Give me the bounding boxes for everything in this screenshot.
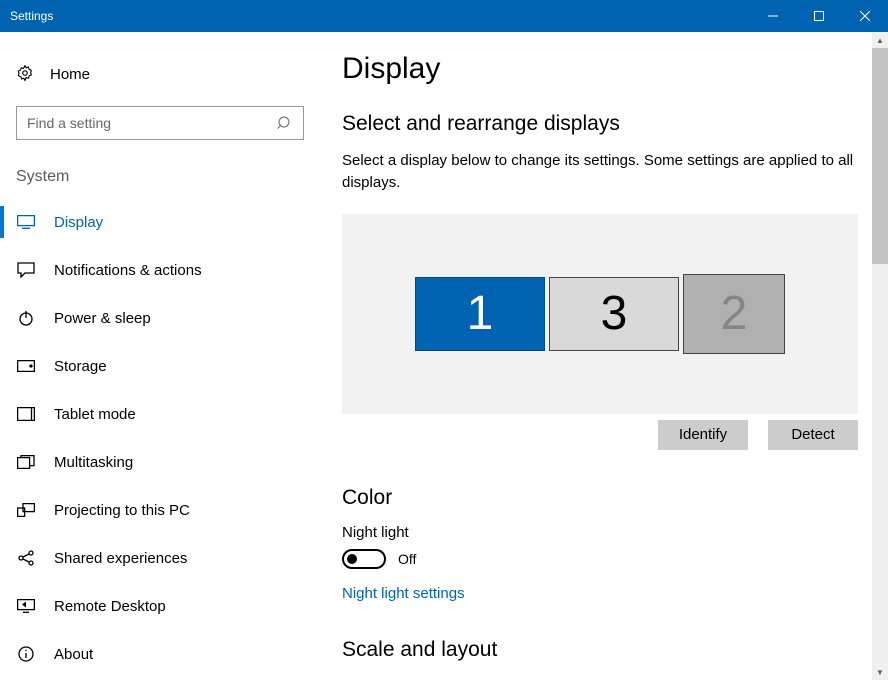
sidebar-item-label: Power & sleep xyxy=(54,310,151,327)
vertical-scrollbar[interactable]: ▲ ▼ xyxy=(872,32,888,680)
window-title: Settings xyxy=(10,9,53,23)
share-icon xyxy=(16,550,36,566)
scroll-thumb[interactable] xyxy=(872,48,888,264)
projecting-icon xyxy=(16,503,36,517)
maximize-button[interactable] xyxy=(796,0,842,32)
nightlight-settings-link[interactable]: Night light settings xyxy=(342,585,465,602)
minimize-button[interactable] xyxy=(750,0,796,32)
display-tile-3[interactable]: 3 xyxy=(549,277,679,351)
sidebar-item-shared-experiences[interactable]: Shared experiences xyxy=(0,534,320,582)
speech-bubble-icon xyxy=(16,262,36,278)
detect-button[interactable]: Detect xyxy=(768,420,858,450)
close-button[interactable] xyxy=(842,0,888,32)
nightlight-toggle-state: Off xyxy=(398,551,416,567)
multitasking-icon xyxy=(16,455,36,469)
scroll-track[interactable] xyxy=(872,48,888,664)
nightlight-label: Night light xyxy=(342,524,858,541)
sidebar-item-label: About xyxy=(54,646,93,663)
sidebar-item-label: Projecting to this PC xyxy=(54,502,190,519)
arrange-heading: Select and rearrange displays xyxy=(342,112,858,136)
nightlight-toggle[interactable] xyxy=(342,549,386,569)
page-title: Display xyxy=(342,52,858,86)
info-icon xyxy=(16,646,36,662)
sidebar-item-display[interactable]: Display xyxy=(0,198,320,246)
tablet-icon xyxy=(16,407,36,421)
color-heading: Color xyxy=(342,486,858,510)
sidebar-item-storage[interactable]: Storage xyxy=(0,342,320,390)
search-input-wrapper[interactable] xyxy=(16,106,304,140)
scale-heading: Scale and layout xyxy=(342,638,858,662)
sidebar-item-about[interactable]: About xyxy=(0,630,320,678)
display-arrangement-area[interactable]: 1 3 2 xyxy=(342,214,858,414)
storage-icon xyxy=(16,360,36,372)
sidebar-item-label: Multitasking xyxy=(54,454,133,471)
sidebar-item-label: Storage xyxy=(54,358,107,375)
sidebar-item-label: Remote Desktop xyxy=(54,598,166,615)
sidebar-item-tablet-mode[interactable]: Tablet mode xyxy=(0,390,320,438)
sidebar-item-label: Notifications & actions xyxy=(54,262,202,279)
section-title: System xyxy=(0,158,320,194)
sidebar-item-power-sleep[interactable]: Power & sleep xyxy=(0,294,320,342)
display-tile-2[interactable]: 2 xyxy=(683,274,785,354)
sidebar-item-label: Shared experiences xyxy=(54,550,187,567)
home-label: Home xyxy=(50,66,90,83)
titlebar: Settings xyxy=(0,0,888,32)
arrange-description: Select a display below to change its set… xyxy=(342,150,858,194)
sidebar-item-remote-desktop[interactable]: Remote Desktop xyxy=(0,582,320,630)
power-icon xyxy=(16,310,36,326)
scroll-up-arrow[interactable]: ▲ xyxy=(872,32,888,48)
home-button[interactable]: Home xyxy=(0,52,320,96)
content-area: Display Select and rearrange displays Se… xyxy=(320,32,888,680)
identify-button[interactable]: Identify xyxy=(658,420,748,450)
sidebar-item-projecting[interactable]: Projecting to this PC xyxy=(0,486,320,534)
display-icon xyxy=(16,215,36,229)
scroll-down-arrow[interactable]: ▼ xyxy=(872,664,888,680)
sidebar: Home System Display xyxy=(0,32,320,680)
remote-desktop-icon xyxy=(16,599,36,613)
sidebar-item-multitasking[interactable]: Multitasking xyxy=(0,438,320,486)
window-controls xyxy=(750,0,888,32)
sidebar-item-label: Tablet mode xyxy=(54,406,136,423)
gear-icon xyxy=(16,64,34,85)
search-icon xyxy=(277,115,293,134)
sidebar-item-notifications[interactable]: Notifications & actions xyxy=(0,246,320,294)
sidebar-item-label: Display xyxy=(54,214,103,231)
search-input[interactable] xyxy=(27,115,269,131)
display-tile-1[interactable]: 1 xyxy=(415,277,545,351)
